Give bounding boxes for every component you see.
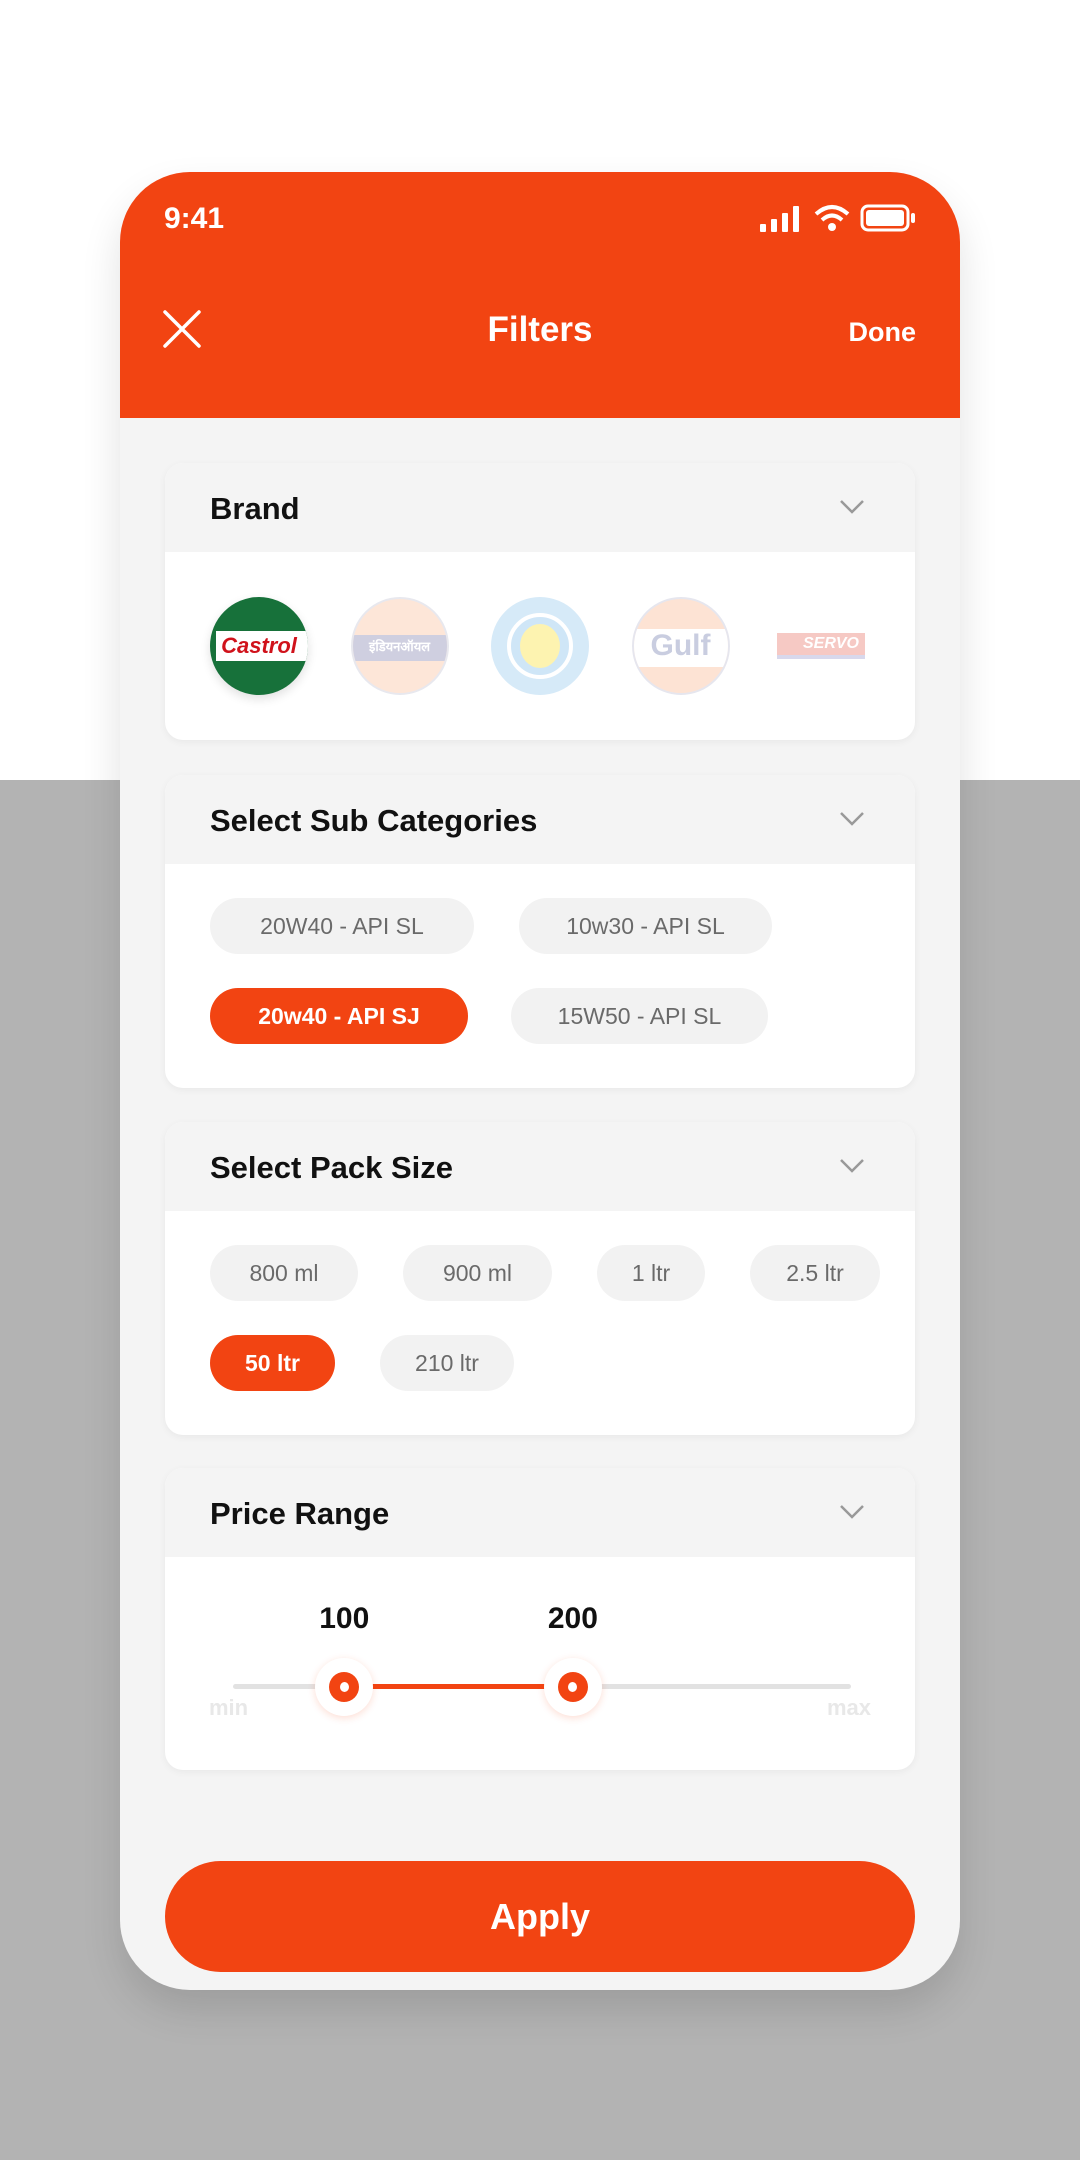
brand-logo-gulf[interactable]: Gulf [631, 597, 730, 695]
status-icons [760, 204, 916, 232]
price-range-header[interactable]: Price Range [165, 1468, 915, 1557]
slider-thumb-low[interactable] [315, 1658, 374, 1716]
signal-icon [760, 206, 799, 232]
sub-category-chip[interactable]: 10w30 - API SL [519, 898, 772, 954]
brand-logo-text: SERVO [802, 635, 859, 652]
pack-size-chip[interactable]: 210 ltr [380, 1335, 514, 1391]
brand-header[interactable]: Brand [165, 463, 915, 552]
min-label: min [209, 1695, 249, 1720]
pack-size-chip[interactable]: 900 ml [403, 1245, 552, 1301]
chevron-down-icon [840, 812, 864, 826]
brand-logo-servo[interactable]: SERVO [772, 597, 870, 695]
price-range-card: Price Range 100 200 min max [165, 1468, 915, 1770]
pack-size-card: Select Pack Size 800 ml 900 ml 1 ltr 2.5… [165, 1122, 915, 1435]
brand-logo-castrol[interactable]: Castrol [210, 597, 308, 695]
brand-logo-list: Castrol इंडियनऑयल Gulf SERVO [165, 552, 915, 740]
pack-size-chip[interactable]: 2.5 ltr [750, 1245, 880, 1301]
price-low-value: 100 [319, 1602, 370, 1635]
sub-category-chip-selected[interactable]: 20w40 - API SJ [210, 988, 468, 1044]
sub-categories-card: Select Sub Categories 20W40 - API SL 10w… [165, 775, 915, 1088]
price-slider: 100 200 min max [165, 1557, 915, 1770]
slider-track-fill [344, 1684, 573, 1689]
brand-logo-indian-oil[interactable]: इंडियनऑयल [350, 597, 449, 695]
pack-size-header[interactable]: Select Pack Size [165, 1122, 915, 1211]
app-header: 9:41 Filters Done [120, 172, 960, 418]
page-title: Filters [487, 310, 593, 349]
done-button[interactable]: Done [849, 317, 917, 348]
pack-size-chip[interactable]: 800 ml [210, 1245, 358, 1301]
chevron-down-icon [840, 1505, 864, 1519]
pack-size-options: 800 ml 900 ml 1 ltr 2.5 ltr 50 ltr 210 l… [165, 1211, 915, 1391]
brand-title: Brand [210, 491, 300, 526]
pack-size-chip-selected[interactable]: 50 ltr [210, 1335, 335, 1391]
brand-card: Brand Castrol इंडियनऑयल Gulf SERVO [165, 463, 915, 740]
brand-logo-text: इंडियनऑयल [368, 639, 431, 654]
wifi-icon [814, 205, 850, 231]
price-range-title: Price Range [210, 1496, 390, 1531]
price-high-value: 200 [547, 1602, 598, 1635]
battery-icon [860, 204, 915, 232]
chevron-down-icon [840, 1159, 864, 1173]
sub-categories-title: Select Sub Categories [210, 803, 538, 838]
sub-categories-header[interactable]: Select Sub Categories [165, 775, 915, 864]
sub-category-chip[interactable]: 15W50 - API SL [511, 988, 768, 1044]
pack-size-title: Select Pack Size [210, 1150, 453, 1185]
slider-thumb-high[interactable] [543, 1658, 602, 1716]
brand-logo-text: Gulf [650, 629, 711, 662]
chevron-down-icon [840, 500, 864, 514]
brand-logo-bharat-petroleum[interactable] [491, 597, 589, 695]
sub-category-chip[interactable]: 20W40 - API SL [210, 898, 474, 954]
status-time: 9:41 [164, 202, 225, 235]
pack-size-chip[interactable]: 1 ltr [597, 1245, 705, 1301]
max-label: max [826, 1695, 871, 1720]
phone-screen: 9:41 Filters Done Brand Castrol इंडियनऑय… [120, 172, 960, 1990]
apply-button[interactable]: Apply [165, 1861, 915, 1972]
brand-logo-text: Castrol [221, 633, 297, 658]
sub-category-options: 20W40 - API SL 10w30 - API SL 20w40 - AP… [165, 864, 915, 1044]
